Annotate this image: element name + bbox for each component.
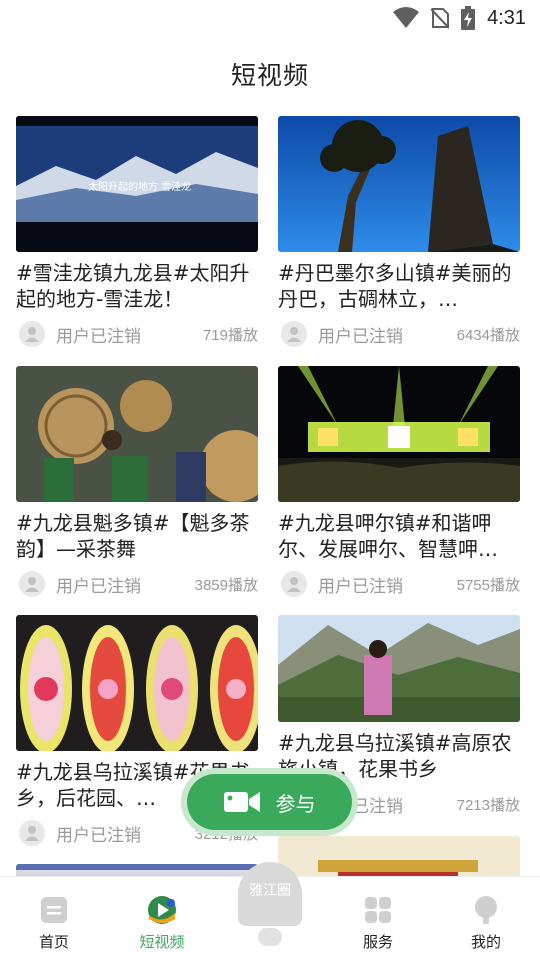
video-card[interactable]: #丹巴墨尔多山镇#美丽的丹巴，古碉林立，… 用户已注销 6434播放 bbox=[278, 116, 520, 348]
grid-icon bbox=[365, 897, 391, 923]
video-card[interactable]: #九龙县魁多镇#【魁多茶韵】—采茶舞 用户已注销 3859播放 bbox=[16, 366, 258, 598]
video-thumbnail[interactable] bbox=[278, 836, 520, 876]
video-title[interactable]: #九龙县呷尔镇#和谐呷尔、发展呷尔、智慧呷… bbox=[278, 510, 520, 562]
author-name[interactable]: 用户已注销 bbox=[56, 322, 203, 347]
page-title: 短视频 bbox=[230, 61, 309, 90]
nav-circle[interactable]: 雅江圈 bbox=[238, 862, 302, 926]
video-thumbnail[interactable] bbox=[278, 116, 520, 252]
status-time: 4:31 bbox=[487, 6, 526, 29]
author-name[interactable]: 用户已注销 bbox=[56, 821, 195, 846]
nav-home[interactable]: 首页 bbox=[14, 895, 94, 952]
nav-mine[interactable]: 我的 bbox=[446, 895, 526, 952]
nav-label-service: 服务 bbox=[362, 933, 393, 951]
video-card[interactable] bbox=[278, 836, 520, 876]
user-icon bbox=[25, 327, 39, 342]
play-count: 719播放 bbox=[202, 326, 258, 344]
home-icon bbox=[41, 897, 67, 923]
user-icon bbox=[25, 826, 39, 841]
short-video-icon bbox=[148, 896, 176, 924]
play-count: 6434播放 bbox=[456, 326, 520, 344]
no-sim-icon bbox=[431, 8, 450, 29]
play-count: 3859播放 bbox=[194, 576, 258, 594]
user-icon bbox=[287, 327, 301, 342]
nav-label-mine: 我的 bbox=[470, 933, 501, 951]
play-count: 7213播放 bbox=[456, 796, 520, 814]
nav-label-short-video: 短视频 bbox=[139, 933, 185, 951]
video-feed[interactable]: 太阳升起的地方 雪洼龙 #雪洼龙镇九龙县#太阳升起的地方-雪洼龙！ 用户已注销 … bbox=[0, 116, 540, 876]
nav-short-video[interactable]: 短视频 bbox=[122, 895, 202, 952]
play-count: 5755播放 bbox=[456, 576, 520, 594]
video-thumbnail[interactable] bbox=[278, 366, 520, 502]
wifi-icon bbox=[393, 7, 420, 28]
user-icon bbox=[25, 577, 39, 592]
nav-label-home: 首页 bbox=[38, 933, 69, 951]
avatar[interactable] bbox=[281, 571, 307, 597]
video-title[interactable]: #丹巴墨尔多山镇#美丽的丹巴，古碉林立，… bbox=[278, 260, 520, 312]
video-thumbnail[interactable] bbox=[16, 615, 258, 751]
avatar[interactable] bbox=[19, 820, 45, 846]
nav-service[interactable]: 服务 bbox=[338, 895, 418, 952]
author-name[interactable]: 用户已注销 bbox=[318, 322, 457, 347]
circle-icon bbox=[258, 928, 282, 946]
video-card[interactable] bbox=[16, 864, 258, 876]
participate-button[interactable]: 参与 bbox=[181, 768, 358, 836]
video-camera-icon bbox=[223, 792, 260, 812]
video-card[interactable]: #九龙县呷尔镇#和谐呷尔、发展呷尔、智慧呷… 用户已注销 5755播放 bbox=[278, 366, 520, 598]
avatar[interactable] bbox=[281, 321, 307, 347]
author-name[interactable]: 用户已注销 bbox=[318, 572, 457, 597]
nav-label-circle: 雅江圈 bbox=[249, 883, 291, 899]
video-thumbnail[interactable]: 太阳升起的地方 雪洼龙 bbox=[16, 116, 258, 252]
video-title[interactable]: #雪洼龙镇九龙县#太阳升起的地方-雪洼龙！ bbox=[16, 260, 258, 312]
thumbnail-caption: 太阳升起的地方 雪洼龙 bbox=[88, 180, 191, 193]
user-icon bbox=[287, 577, 301, 592]
video-title[interactable]: #九龙县魁多镇#【魁多茶韵】—采茶舞 bbox=[16, 510, 258, 562]
participate-label: 参与 bbox=[275, 791, 316, 816]
video-thumbnail[interactable] bbox=[278, 615, 520, 722]
profile-icon bbox=[475, 896, 497, 924]
avatar[interactable] bbox=[19, 321, 45, 347]
battery-charging-icon bbox=[461, 6, 476, 30]
video-thumbnail[interactable] bbox=[16, 366, 258, 502]
status-bar: 4:31 bbox=[0, 0, 540, 36]
video-card[interactable]: 太阳升起的地方 雪洼龙 #雪洼龙镇九龙县#太阳升起的地方-雪洼龙！ 用户已注销 … bbox=[16, 116, 258, 348]
avatar[interactable] bbox=[19, 571, 45, 597]
author-name[interactable]: 用户已注销 bbox=[56, 572, 195, 597]
video-thumbnail[interactable] bbox=[16, 864, 258, 876]
